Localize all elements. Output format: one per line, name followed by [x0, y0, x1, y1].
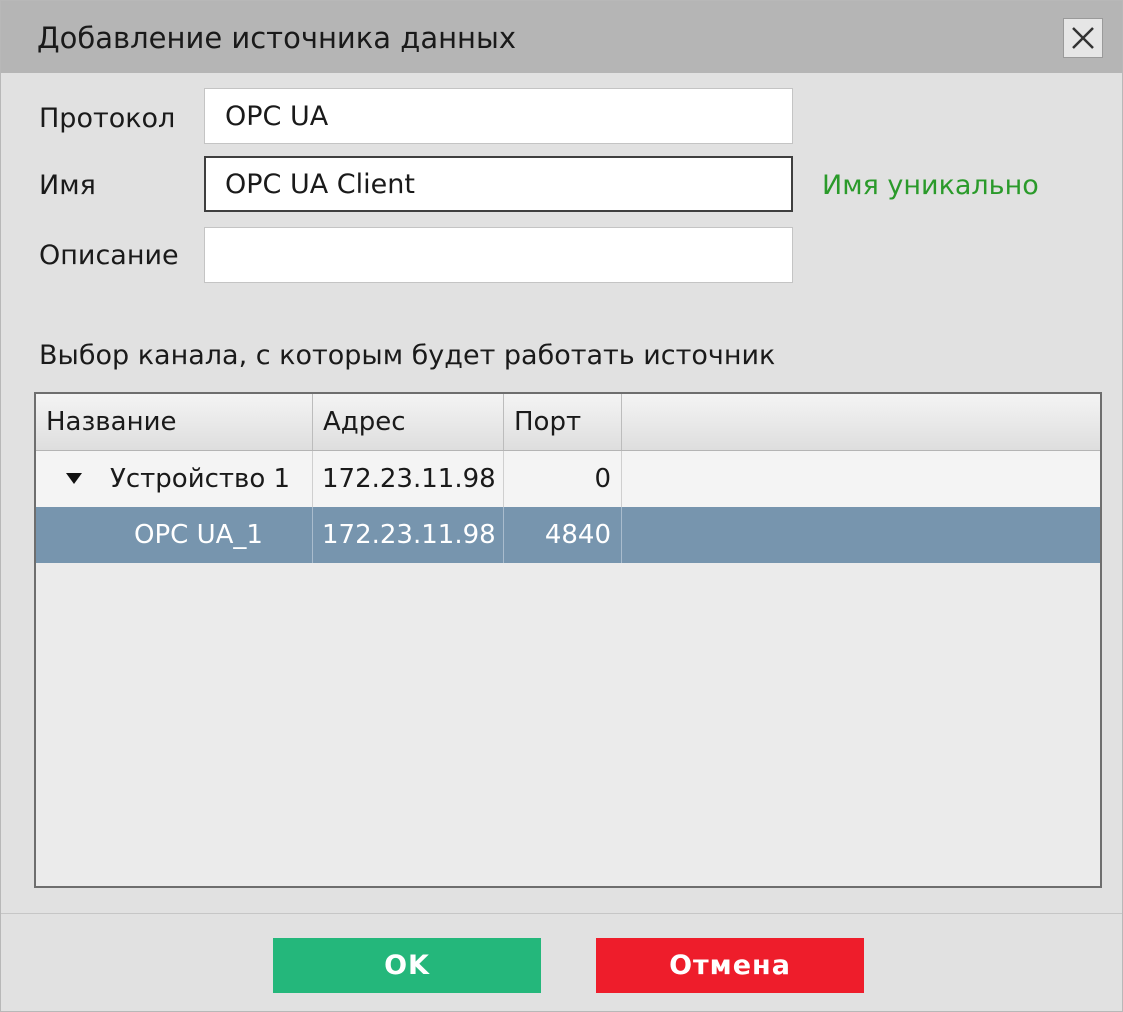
title-bar: Добавление источника данных [1, 1, 1122, 73]
table-header: Название Адрес Порт [36, 394, 1100, 451]
column-header-name[interactable]: Название [36, 394, 313, 450]
name-field[interactable] [204, 156, 793, 212]
device-name: Устройство 1 [110, 464, 291, 494]
close-button[interactable] [1063, 18, 1103, 58]
cell-empty [622, 507, 1100, 563]
column-header-port[interactable]: Порт [504, 394, 622, 450]
cancel-button[interactable]: Отмена [596, 938, 864, 993]
triangle-down-icon[interactable] [66, 473, 82, 484]
cell-port: 4840 [504, 507, 622, 563]
description-field[interactable] [204, 227, 793, 283]
table-row[interactable]: Устройство 1 172.23.11.98 0 [36, 451, 1100, 507]
table-row-selected[interactable]: OPC UA_1 172.23.11.98 4840 [36, 507, 1100, 563]
close-icon [1072, 27, 1094, 49]
name-status: Имя уникально [822, 170, 1039, 201]
protocol-label: Протокол [39, 103, 176, 134]
protocol-field[interactable] [204, 88, 793, 144]
add-data-source-dialog: Добавление источника данных Протокол Имя… [0, 0, 1123, 1012]
footer-divider [1, 913, 1122, 914]
cell-name: OPC UA_1 [36, 507, 313, 563]
description-label: Описание [39, 240, 179, 271]
channel-caption: Выбор канала, с которым будет работать и… [39, 340, 776, 371]
cell-name: Устройство 1 [36, 451, 313, 507]
cell-empty [622, 451, 1100, 507]
name-label: Имя [39, 170, 96, 201]
cell-port: 0 [504, 451, 622, 507]
dialog-title: Добавление источника данных [37, 21, 517, 55]
cell-address: 172.23.11.98 [313, 451, 504, 507]
column-header-address[interactable]: Адрес [313, 394, 504, 450]
channel-table[interactable]: Название Адрес Порт Устройство 1 172.23.… [34, 392, 1102, 888]
channel-name: OPC UA_1 [134, 520, 263, 550]
ok-button[interactable]: OK [273, 938, 541, 993]
cell-address: 172.23.11.98 [313, 507, 504, 563]
